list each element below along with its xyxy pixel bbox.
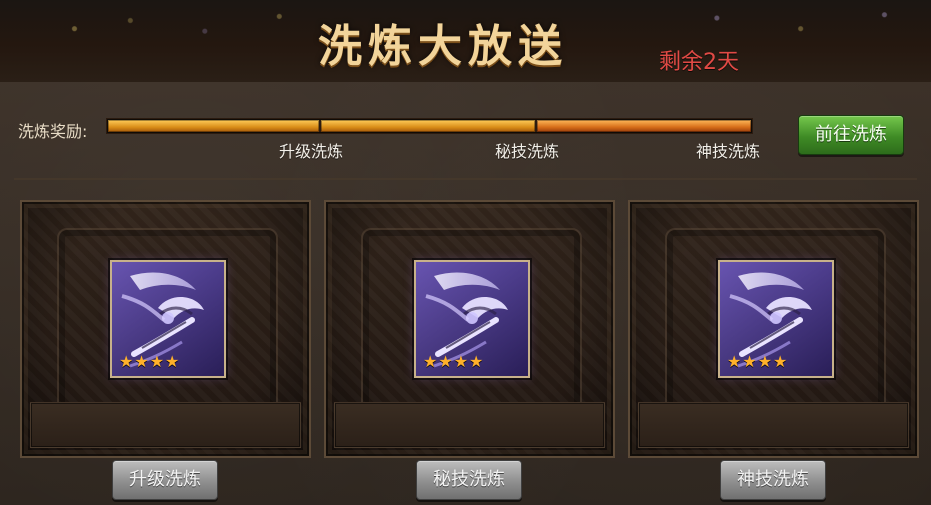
card-bottom-panel xyxy=(638,402,909,448)
item-icon-frame[interactable]: ★★★★ xyxy=(718,260,834,378)
refine-card-1: ★★★★ xyxy=(20,200,311,458)
go-refine-button[interactable]: 前往洗炼 xyxy=(798,115,904,155)
star-rating: ★★★★ xyxy=(423,352,485,371)
divine-refine-button[interactable]: 神技洗炼 xyxy=(720,460,826,500)
milestone-label-2: 秘技洗炼 xyxy=(495,142,560,161)
progress-segment-2 xyxy=(321,120,535,132)
item-icon-frame[interactable]: ★★★★ xyxy=(414,260,530,378)
milestone-label-3: 神技洗炼 xyxy=(696,142,761,161)
section-divider xyxy=(14,178,917,180)
item-icon-frame[interactable]: ★★★★ xyxy=(110,260,226,378)
refine-card-2: ★★★★ xyxy=(324,200,615,458)
card-bottom-panel xyxy=(30,402,301,448)
reward-progress-bar xyxy=(106,118,753,134)
progress-segment-1 xyxy=(108,120,319,132)
secret-refine-button[interactable]: 秘技洗炼 xyxy=(416,460,522,500)
progress-segment-3 xyxy=(537,120,751,132)
reward-label: 洗炼奖励: xyxy=(18,122,88,141)
milestone-label-1: 升级洗炼 xyxy=(279,142,344,161)
star-rating: ★★★★ xyxy=(727,352,789,371)
card-bottom-panel xyxy=(334,402,605,448)
remaining-days: 剩余2天 xyxy=(659,50,739,75)
event-header: 洗炼大放送 剩余2天 xyxy=(0,0,931,84)
star-rating: ★★★★ xyxy=(119,352,181,371)
upgrade-refine-button[interactable]: 升级洗炼 xyxy=(112,460,218,500)
refine-card-3: ★★★★ xyxy=(628,200,919,458)
event-title: 洗炼大放送 xyxy=(318,21,568,72)
